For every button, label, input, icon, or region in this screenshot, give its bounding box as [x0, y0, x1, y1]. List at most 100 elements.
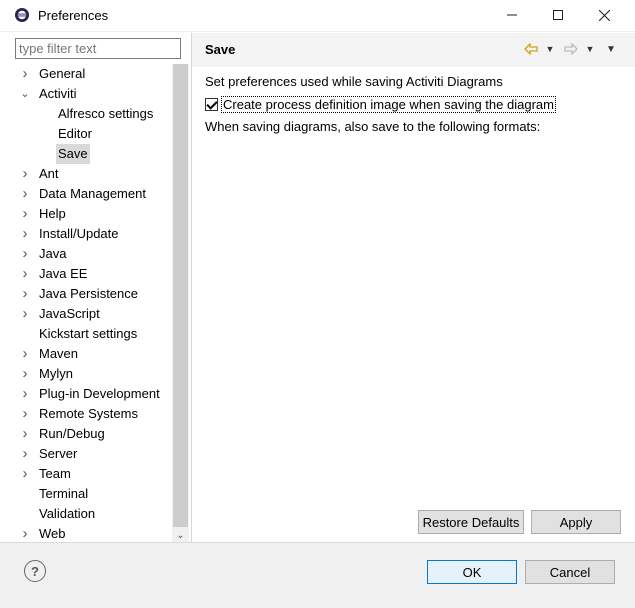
window-title: Preferences	[38, 8, 109, 23]
ok-button[interactable]: OK	[427, 560, 517, 584]
preference-tree: › General ⌄ Activiti Alfresco settings Editor…	[8, 64, 174, 574]
minimize-icon	[507, 14, 517, 16]
chevron-right-icon[interactable]: ›	[20, 364, 30, 384]
close-icon	[598, 9, 610, 21]
tree-item[interactable]: › General	[8, 64, 168, 84]
tree-item[interactable]: Terminal	[8, 484, 168, 504]
tree-item[interactable]: Save	[8, 144, 168, 164]
tree-item[interactable]: › Maven	[8, 344, 168, 364]
help-icon[interactable]: ?	[24, 560, 46, 582]
tree-item[interactable]: › Team	[8, 464, 168, 484]
tree-item-label[interactable]: Team	[37, 464, 73, 484]
tree-item[interactable]: › Ant	[8, 164, 168, 184]
chevron-right-icon[interactable]: ›	[20, 444, 30, 464]
chevron-right-icon[interactable]: ›	[20, 524, 30, 544]
tree-item-label[interactable]: Web	[37, 524, 68, 544]
chevron-right-icon[interactable]: ›	[20, 344, 30, 364]
tree-item[interactable]: › JavaScript	[8, 304, 168, 324]
cancel-button[interactable]: Cancel	[525, 560, 615, 584]
chevron-right-icon[interactable]: ›	[20, 64, 30, 84]
preferences-navigation: › General ⌄ ActivitiAlfresco settingsEditor…	[8, 33, 189, 543]
tree-item-label[interactable]: General	[37, 64, 87, 84]
page-title: Save	[205, 42, 236, 57]
chevron-right-icon[interactable]: ›	[20, 244, 30, 264]
create-image-label[interactable]: Create process definition image when sav…	[221, 95, 556, 113]
tree-item-label[interactable]: JavaScript	[37, 304, 102, 324]
tree-item-label[interactable]: Editor	[56, 124, 94, 144]
maximize-icon	[553, 10, 563, 20]
tree-item-label[interactable]: Maven	[37, 344, 80, 364]
tree-item-label[interactable]: Save	[56, 144, 90, 164]
scroll-down-icon[interactable]: ⌄	[172, 527, 189, 543]
tree-item[interactable]: › Mylyn	[8, 364, 168, 384]
tree-item[interactable]: › Install/Update	[8, 224, 168, 244]
tree-item[interactable]: › Java EE	[8, 264, 168, 284]
tree-item[interactable]: › Web	[8, 524, 168, 544]
chevron-right-icon[interactable]: ›	[20, 164, 30, 184]
tree-item-label[interactable]: Mylyn	[37, 364, 75, 384]
close-button[interactable]	[581, 0, 627, 30]
tree-item-label[interactable]: Activiti	[37, 84, 79, 104]
tree-item-label[interactable]: Remote Systems	[37, 404, 140, 424]
tree-item[interactable]: › Help	[8, 204, 168, 224]
tree-item[interactable]: › Data Management	[8, 184, 168, 204]
chevron-right-icon[interactable]: ›	[20, 424, 30, 444]
tree-item-label[interactable]: Kickstart settings	[37, 324, 139, 344]
formats-label: When saving diagrams, also save to the f…	[205, 119, 541, 134]
tree-item-label[interactable]: Validation	[37, 504, 97, 524]
minimize-button[interactable]	[489, 0, 535, 30]
tree-item[interactable]: Alfresco settings	[8, 104, 168, 124]
tree-item-label[interactable]: Data Management	[37, 184, 148, 204]
title-bar: Preferences	[0, 0, 635, 32]
create-image-checkbox[interactable]	[205, 97, 218, 111]
forward-dropdown-icon[interactable]: ▼	[581, 41, 599, 57]
tree-item[interactable]: ⌄ Activiti	[8, 84, 168, 104]
tree-item-label[interactable]: Ant	[37, 164, 61, 184]
restore-defaults-button[interactable]: Restore Defaults	[418, 510, 524, 534]
tree-item-label[interactable]: Java	[37, 244, 68, 264]
tree-item-label[interactable]: Server	[37, 444, 79, 464]
tree-item[interactable]: Validation	[8, 504, 168, 524]
maximize-button[interactable]	[535, 0, 581, 30]
tree-item[interactable]: › Remote Systems	[8, 404, 168, 424]
chevron-right-icon[interactable]: ›	[20, 224, 30, 244]
tree-item[interactable]: › Java	[8, 244, 168, 264]
tree-item-label[interactable]: Java Persistence	[37, 284, 140, 304]
back-dropdown-icon[interactable]: ▼	[541, 41, 559, 57]
page-header: Save ▼ ▼ ▼	[192, 33, 635, 67]
chevron-right-icon[interactable]: ›	[20, 284, 30, 304]
chevron-down-icon[interactable]: ⌄	[20, 84, 30, 104]
tree-item-label[interactable]: Help	[37, 204, 68, 224]
tree-item-label[interactable]: Java EE	[37, 264, 89, 284]
chevron-right-icon[interactable]: ›	[20, 304, 30, 324]
preference-page: Save ▼ ▼ ▼ Set preferences used while sa…	[192, 33, 635, 542]
tree-item-label[interactable]: Run/Debug	[37, 424, 107, 444]
tree-scrollbar[interactable]: ⌄	[172, 64, 189, 543]
filter-input[interactable]	[15, 38, 181, 59]
chevron-right-icon[interactable]: ›	[20, 264, 30, 284]
chevron-right-icon[interactable]: ›	[20, 204, 30, 224]
chevron-right-icon[interactable]: ›	[20, 384, 30, 404]
create-image-option[interactable]: Create process definition image when sav…	[205, 95, 556, 113]
tree-item[interactable]: Editor	[8, 124, 168, 144]
tree-item[interactable]: › Run/Debug	[8, 424, 168, 444]
eclipse-app-icon	[15, 8, 29, 22]
back-arrow-icon[interactable]	[522, 41, 540, 57]
apply-button[interactable]: Apply	[531, 510, 621, 534]
tree-item[interactable]: › Server	[8, 444, 168, 464]
view-menu-icon[interactable]: ▼	[602, 41, 620, 57]
tree-item[interactable]: › Java Persistence	[8, 284, 168, 304]
tree-item-label[interactable]: Terminal	[37, 484, 90, 504]
forward-arrow-icon[interactable]	[562, 41, 580, 57]
chevron-right-icon[interactable]: ›	[20, 184, 30, 204]
tree-item-label[interactable]: Alfresco settings	[56, 104, 155, 124]
dialog-button-bar: ? OK Cancel	[0, 542, 635, 608]
chevron-right-icon[interactable]: ›	[20, 464, 30, 484]
chevron-right-icon[interactable]: ›	[20, 404, 30, 424]
tree-item[interactable]: Kickstart settings	[8, 324, 168, 344]
page-description: Set preferences used while saving Activi…	[205, 74, 503, 89]
scrollbar-thumb[interactable]	[173, 64, 188, 527]
tree-item[interactable]: › Plug-in Development	[8, 384, 168, 404]
tree-item-label[interactable]: Plug-in Development	[37, 384, 162, 404]
tree-item-label[interactable]: Install/Update	[37, 224, 121, 244]
